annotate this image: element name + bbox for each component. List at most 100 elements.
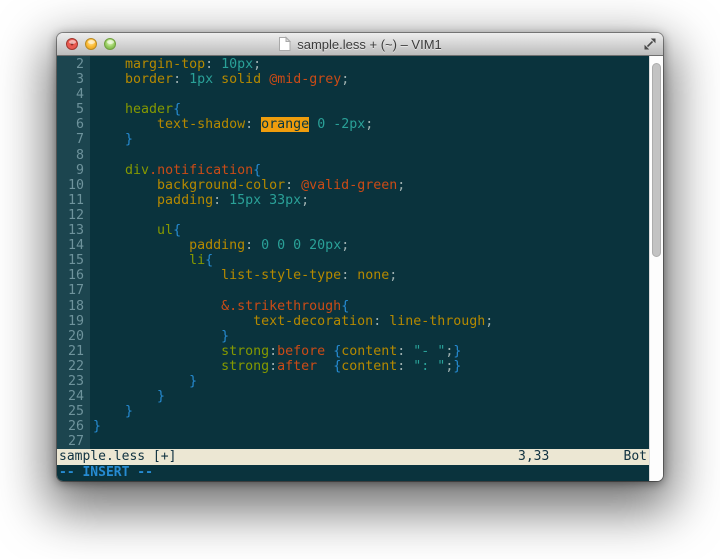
code-token — [93, 359, 221, 374]
statusline-cursor-position: 3,33 — [518, 449, 549, 465]
code-token: line-through — [389, 314, 485, 329]
line-text: div.notification{ — [93, 163, 261, 178]
code-line: 8 — [57, 148, 649, 163]
line-text: } — [93, 404, 133, 419]
code-token: ul — [157, 223, 173, 238]
code-token — [93, 72, 125, 87]
line-number: 13 — [57, 223, 84, 238]
minimize-button[interactable] — [85, 38, 97, 50]
line-number: 17 — [57, 283, 84, 298]
fullscreen-icon[interactable] — [643, 37, 657, 51]
code-token: : — [213, 193, 229, 208]
code-token: 15px 33px — [229, 193, 301, 208]
line-number: 16 — [57, 268, 84, 283]
code-token — [317, 359, 333, 374]
code-token — [93, 329, 221, 344]
zoom-button[interactable] — [104, 38, 116, 50]
code-line: 7 } — [57, 132, 649, 147]
code-token: before — [277, 344, 325, 359]
code-token: margin-top — [125, 57, 205, 72]
title-area: sample.less + (~) – VIM1 — [57, 33, 663, 55]
code-token — [93, 238, 189, 253]
code-token — [93, 117, 157, 132]
line-number: 10 — [57, 178, 84, 193]
code-token: ; — [301, 193, 309, 208]
code-line: 27 — [57, 434, 649, 449]
code-line: 17 — [57, 283, 649, 298]
code-line: 13 ul{ — [57, 223, 649, 238]
editor-buffer[interactable]: 2 margin-top: 10px;3 border: 1px solid @… — [57, 56, 649, 449]
code-token: .notification — [149, 163, 253, 178]
code-token: } — [221, 329, 229, 344]
code-line: 10 background-color: @valid-green; — [57, 178, 649, 193]
code-token: : — [173, 72, 189, 87]
code-token: : — [245, 238, 261, 253]
line-number: 22 — [57, 359, 84, 374]
vim-command-line: -- INSERT -- — [57, 465, 649, 481]
code-line: 12 — [57, 208, 649, 223]
code-token: : — [245, 117, 261, 132]
line-text: } — [93, 374, 197, 389]
code-token: 10px — [221, 57, 253, 72]
close-button[interactable] — [66, 38, 78, 50]
code-token: ; — [397, 178, 405, 193]
code-line: 2 margin-top: 10px; — [57, 57, 649, 72]
line-text: background-color: @valid-green; — [93, 178, 405, 193]
line-number: 4 — [57, 87, 84, 102]
code-line: 26} — [57, 419, 649, 434]
code-token: { — [253, 163, 261, 178]
code-token — [93, 268, 221, 283]
line-number: 15 — [57, 253, 84, 268]
code-token: } — [93, 419, 101, 434]
code-line: 11 padding: 15px 33px; — [57, 193, 649, 208]
code-token: } — [453, 344, 461, 359]
code-token: } — [453, 359, 461, 374]
code-token: "- " — [413, 344, 445, 359]
code-token — [93, 374, 189, 389]
code-token: ; — [253, 57, 261, 72]
line-text: strong:before {content: "- ";} — [93, 344, 461, 359]
code-token: { — [173, 102, 181, 117]
line-number: 2 — [57, 57, 84, 72]
code-line: 3 border: 1px solid @mid-grey; — [57, 72, 649, 87]
statusline-filename: sample.less [+] — [59, 449, 176, 465]
line-number: 23 — [57, 374, 84, 389]
line-number: 3 — [57, 72, 84, 87]
code-token: after — [277, 359, 317, 374]
line-text: } — [93, 132, 133, 147]
titlebar[interactable]: sample.less + (~) – VIM1 — [57, 33, 663, 56]
line-number: 9 — [57, 163, 84, 178]
line-text: text-shadow: orange 0 -2px; — [93, 117, 373, 132]
line-text: padding: 0 0 0 20px; — [93, 238, 349, 253]
code-token: { — [205, 253, 213, 268]
code-token — [93, 314, 253, 329]
code-token: list-style-type — [221, 268, 341, 283]
line-number: 12 — [57, 208, 84, 223]
line-number: 6 — [57, 117, 84, 132]
line-text: list-style-type: none; — [93, 268, 397, 283]
code-token: } — [157, 389, 165, 404]
code-token: ; — [389, 268, 397, 283]
code-token: : — [205, 57, 221, 72]
line-number: 25 — [57, 404, 84, 419]
document-icon — [278, 36, 291, 52]
line-text: header{ — [93, 102, 181, 117]
line-number: 27 — [57, 434, 84, 449]
scrollbar-thumb[interactable] — [652, 63, 661, 257]
search-highlight: orange — [261, 117, 309, 132]
code-token: 0 -2px — [317, 117, 365, 132]
line-text: } — [93, 419, 101, 434]
code-token: ; — [485, 314, 493, 329]
code-token — [93, 57, 125, 72]
scrollbar-track[interactable] — [649, 56, 663, 481]
code-token: background-color — [157, 178, 285, 193]
line-number: 21 — [57, 344, 84, 359]
code-token: li — [189, 253, 205, 268]
code-token: none — [357, 268, 389, 283]
code-token: } — [125, 132, 133, 147]
editor-column: 2 margin-top: 10px;3 border: 1px solid @… — [57, 56, 649, 481]
code-token: ; — [341, 238, 349, 253]
line-text: } — [93, 329, 229, 344]
code-token: : — [397, 359, 413, 374]
code-line: 25 } — [57, 404, 649, 419]
